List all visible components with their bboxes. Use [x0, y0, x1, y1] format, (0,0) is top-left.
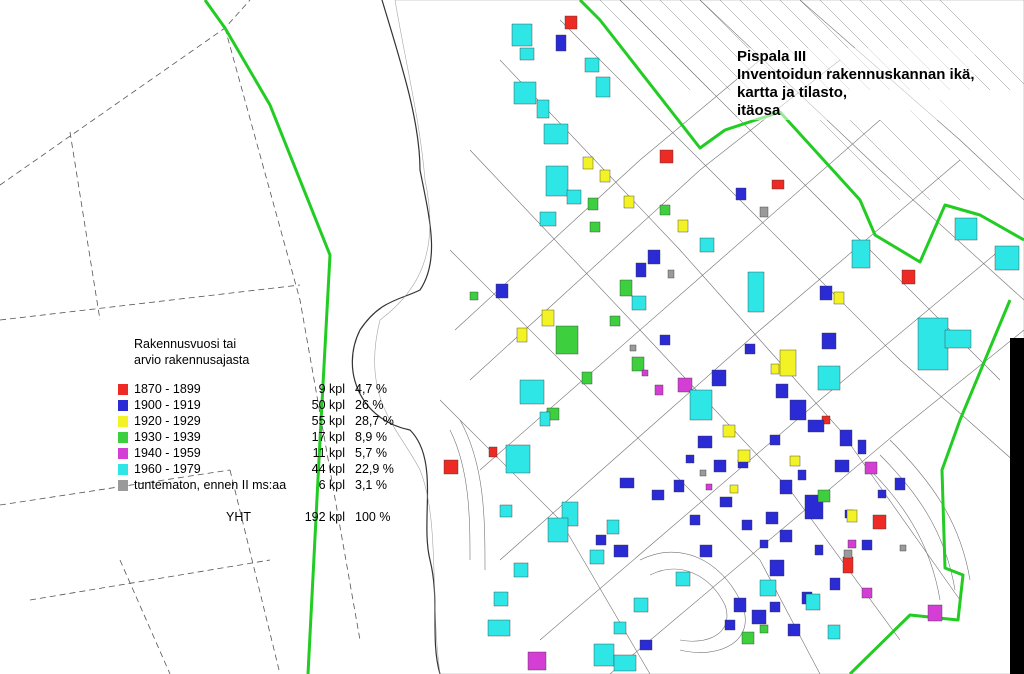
legend-label: 1940 - 1959 [134, 446, 201, 460]
map-title: Pispala III Inventoidun rakennuskannan i… [737, 48, 975, 120]
legend-percent: 3,1 % [355, 478, 387, 492]
legend-swatch-blue [118, 400, 128, 411]
legend-row-1960-1979: 1960 - 1979 44 kpl 22,9 % [118, 462, 418, 477]
legend-percent: 5,7 % [355, 446, 387, 460]
legend-swatch-magenta [118, 448, 128, 459]
title-line-2: Inventoidun rakennuskannan ikä, [737, 66, 975, 83]
legend-count: 50 kpl [311, 398, 345, 412]
legend-swatch-grey [118, 480, 128, 491]
legend-heading-line-2: arvio rakennusajasta [134, 353, 250, 367]
legend-count: 55 kpl [311, 414, 345, 428]
legend-count: 17 kpl [311, 430, 345, 444]
legend-label: tuntematon, ennen II ms:aa [134, 478, 287, 492]
legend-total-percent: 100 % [355, 510, 391, 524]
legend-swatch-yellow [118, 416, 128, 427]
legend-total-label: YHT [226, 510, 251, 524]
legend-row-1900-1919: 1900 - 1919 50 kpl 26 % [118, 398, 418, 413]
legend-total-row: YHT 192 kpl 100 % [118, 510, 418, 525]
legend-percent: 22,9 % [355, 462, 394, 476]
legend-heading-line-1: Rakennusvuosi tai [134, 337, 237, 351]
title-line-4: itäosa [737, 102, 781, 119]
legend-label: 1920 - 1929 [134, 414, 201, 428]
legend-percent: 26 % [355, 398, 384, 412]
shoreline [351, 0, 441, 674]
legend-swatch-green [118, 432, 128, 443]
legend-percent: 28,7 % [355, 414, 394, 428]
legend-swatch-cyan [118, 464, 128, 475]
legend-label: 1930 - 1939 [134, 430, 201, 444]
title-line-1: Pispala III [737, 48, 807, 65]
legend-label: 1870 - 1899 [134, 382, 201, 396]
legend-row-1930-1939: 1930 - 1939 17 kpl 8,9 % [118, 430, 418, 445]
legend-row-1920-1929: 1920 - 1929 55 kpl 28,7 % [118, 414, 418, 429]
legend-row-unknown: tuntematon, ennen II ms:aa 6 kpl 3,1 % [118, 478, 418, 493]
legend-row-1870-1899: 1870 - 1899 9 kpl 4,7 % [118, 382, 418, 397]
legend-total-count: 192 kpl [304, 510, 345, 524]
legend-heading: Rakennusvuosi tai arvio rakennusajasta [134, 336, 249, 368]
legend-count: 44 kpl [311, 462, 345, 476]
legend-count: 11 kpl [312, 446, 345, 460]
legend-row-1940-1959: 1940 - 1959 11 kpl 5,7 % [118, 446, 418, 461]
black-margin-bar [1010, 338, 1024, 674]
legend-count: 9 kpl [318, 382, 345, 396]
legend-count: 6 kpl [318, 478, 345, 492]
legend-percent: 8,9 % [355, 430, 387, 444]
legend-label: 1960 - 1979 [134, 462, 201, 476]
legend-swatch-red [118, 384, 128, 395]
legend-label: 1900 - 1919 [134, 398, 201, 412]
title-line-3: kartta ja tilasto, [737, 84, 848, 101]
legend-percent: 4,7 % [355, 382, 387, 396]
